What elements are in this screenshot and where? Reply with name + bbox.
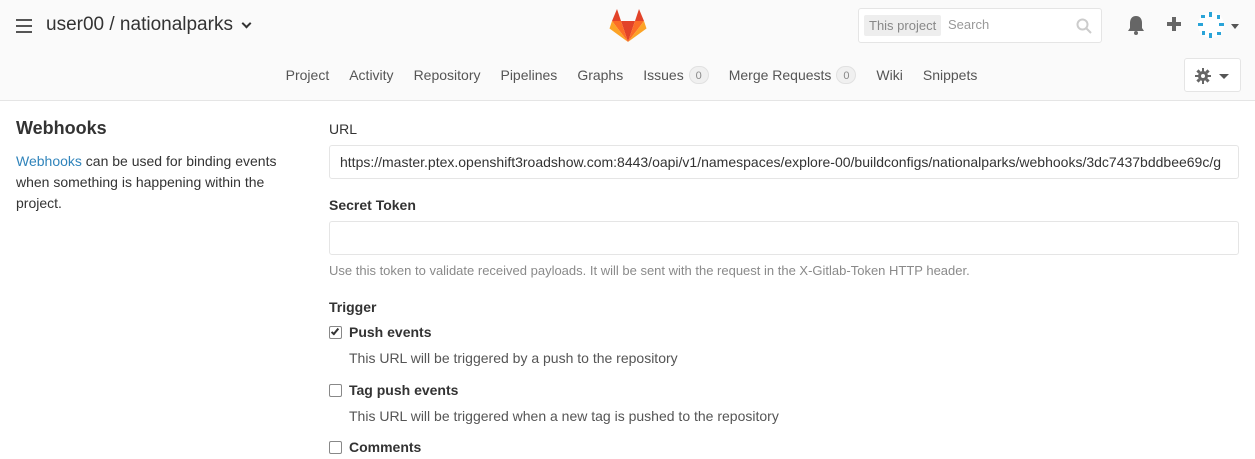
project-nav: Project Activity Repository Pipelines Gr…	[0, 60, 1255, 90]
push-events-label[interactable]: Push events	[349, 324, 431, 340]
nav-repository[interactable]: Repository	[414, 60, 481, 90]
page-title: Webhooks	[16, 118, 107, 138]
secret-token-input[interactable]	[329, 221, 1239, 255]
project-path: user00 / nationalparks	[46, 14, 233, 35]
gear-icon	[1195, 68, 1211, 84]
nav-activity[interactable]: Activity	[349, 60, 393, 90]
nav-snippets[interactable]: Snippets	[923, 60, 977, 90]
nav-pipelines[interactable]: Pipelines	[500, 60, 557, 90]
nav-issues[interactable]: Issues 0	[643, 60, 709, 90]
url-input[interactable]: https://master.ptex.openshift3roadshow.c…	[329, 145, 1239, 179]
project-settings-button[interactable]	[1184, 58, 1241, 92]
chevron-down-icon	[241, 18, 252, 28]
nav-wiki[interactable]: Wiki	[876, 60, 902, 90]
search-input[interactable]: Search	[948, 17, 989, 32]
webhooks-description: Webhooks can be used for binding events …	[16, 153, 277, 211]
secret-token-label: Secret Token	[329, 197, 416, 213]
project-title-dropdown[interactable]: user00 / nationalparks	[46, 14, 252, 36]
push-events-checkbox[interactable]	[329, 326, 342, 339]
bell-icon[interactable]	[1126, 14, 1146, 36]
top-header: user00 / nationalparks This project Sear…	[0, 0, 1255, 101]
hamburger-menu-icon[interactable]	[16, 19, 32, 33]
search-scope-badge[interactable]: This project	[864, 15, 942, 36]
trigger-label: Trigger	[329, 299, 377, 315]
tag-push-events-description: This URL will be triggered when a new ta…	[349, 408, 779, 424]
secret-token-help: Use this token to validate received payl…	[329, 263, 970, 278]
tag-push-events-checkbox[interactable]	[329, 384, 342, 397]
nav-merge-requests[interactable]: Merge Requests 0	[729, 60, 857, 90]
nav-project[interactable]: Project	[286, 60, 330, 90]
merge-requests-count-badge: 0	[836, 66, 857, 84]
search-box[interactable]: This project Search	[858, 8, 1102, 43]
url-label: URL	[329, 121, 358, 137]
nav-graphs[interactable]: Graphs	[577, 60, 623, 90]
push-events-description: This URL will be triggered by a push to …	[349, 350, 678, 366]
avatar-caret-icon[interactable]	[1231, 24, 1239, 29]
comments-label[interactable]: Comments	[349, 439, 421, 455]
webhooks-sidebar: Webhooks Webhooks can be used for bindin…	[16, 118, 286, 214]
comments-checkbox[interactable]	[329, 441, 342, 454]
user-avatar[interactable]	[1197, 11, 1225, 39]
tag-push-events-label[interactable]: Tag push events	[349, 382, 458, 398]
gitlab-logo-icon[interactable]	[609, 8, 647, 43]
webhooks-help-link[interactable]: Webhooks	[16, 153, 82, 169]
search-icon	[1076, 18, 1092, 34]
chevron-down-icon	[1219, 74, 1229, 79]
plus-icon[interactable]	[1164, 14, 1184, 36]
issues-count-badge: 0	[688, 66, 709, 84]
